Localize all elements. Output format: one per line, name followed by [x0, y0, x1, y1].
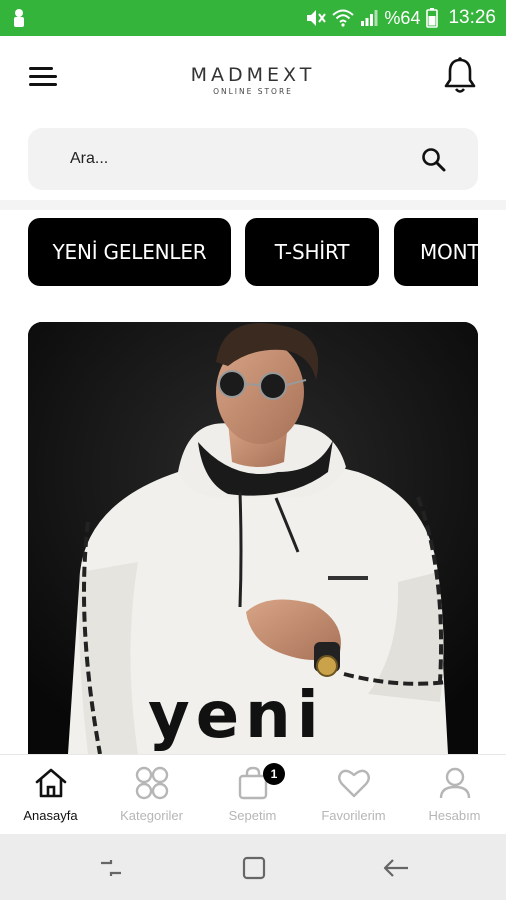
mute-icon [307, 10, 327, 26]
category-chips: YENİ GELENLER T-SHİRT MONT [0, 218, 478, 290]
brand-name: MADMEXT [190, 64, 316, 86]
nav-label: Favorilerim [321, 808, 386, 823]
back-icon[interactable] [380, 852, 412, 884]
battery-icon [426, 8, 439, 28]
brand-tagline: ONLINE STORE [213, 87, 293, 96]
nav-home[interactable]: Anasayfa [0, 755, 101, 835]
banner-title: yeni [148, 679, 325, 753]
status-bar: %64 13:26 [0, 0, 506, 36]
nav-account[interactable]: Hesabım [404, 755, 505, 835]
app-header: MADMEXT ONLINE STORE [0, 36, 506, 120]
home-icon [35, 768, 66, 798]
notifications-button[interactable] [442, 56, 478, 96]
home-button-icon[interactable] [238, 852, 270, 884]
user-icon [439, 767, 470, 799]
bottom-nav: Anasayfa Kategoriler 1 Sepetim Favoriler… [0, 754, 506, 834]
heart-icon [337, 769, 370, 798]
nav-cart[interactable]: 1 Sepetim [202, 755, 303, 835]
nav-categories[interactable]: Kategoriler [101, 755, 202, 835]
search-box [28, 128, 478, 190]
nav-label: Sepetim [228, 808, 277, 823]
chip-t-shirt[interactable]: T-SHİRT [245, 218, 379, 286]
nav-label: Anasayfa [23, 808, 78, 823]
system-nav-bar [0, 834, 506, 900]
recent-apps-icon[interactable] [95, 852, 127, 884]
brand-logo[interactable]: MADMEXT ONLINE STORE [0, 64, 506, 96]
nav-favorites[interactable]: Favorilerim [303, 755, 404, 835]
search-input[interactable] [70, 128, 400, 190]
chip-label: MONT [420, 240, 478, 264]
nav-label: Hesabım [428, 808, 481, 823]
wifi-icon [332, 9, 355, 27]
promo-banner[interactable]: yeni [28, 322, 478, 754]
chip-label: T-SHİRT [274, 240, 350, 264]
chip-label: YENİ GELENLER [52, 240, 207, 264]
section-divider [0, 200, 506, 210]
battery-percent: %64 [384, 7, 421, 28]
bell-icon [444, 57, 476, 93]
search-icon[interactable] [420, 146, 448, 174]
chip-mont[interactable]: MONT [394, 218, 478, 286]
chip-yeni-gelenler[interactable]: YENİ GELENLER [28, 218, 231, 286]
nav-label: Kategoriler [120, 808, 183, 823]
grid-icon [135, 766, 168, 800]
clock: 13:26 [448, 7, 496, 28]
signal-icon [361, 10, 378, 26]
cart-count-badge: 1 [263, 763, 285, 785]
search-area [0, 120, 506, 206]
person-icon [14, 9, 24, 27]
